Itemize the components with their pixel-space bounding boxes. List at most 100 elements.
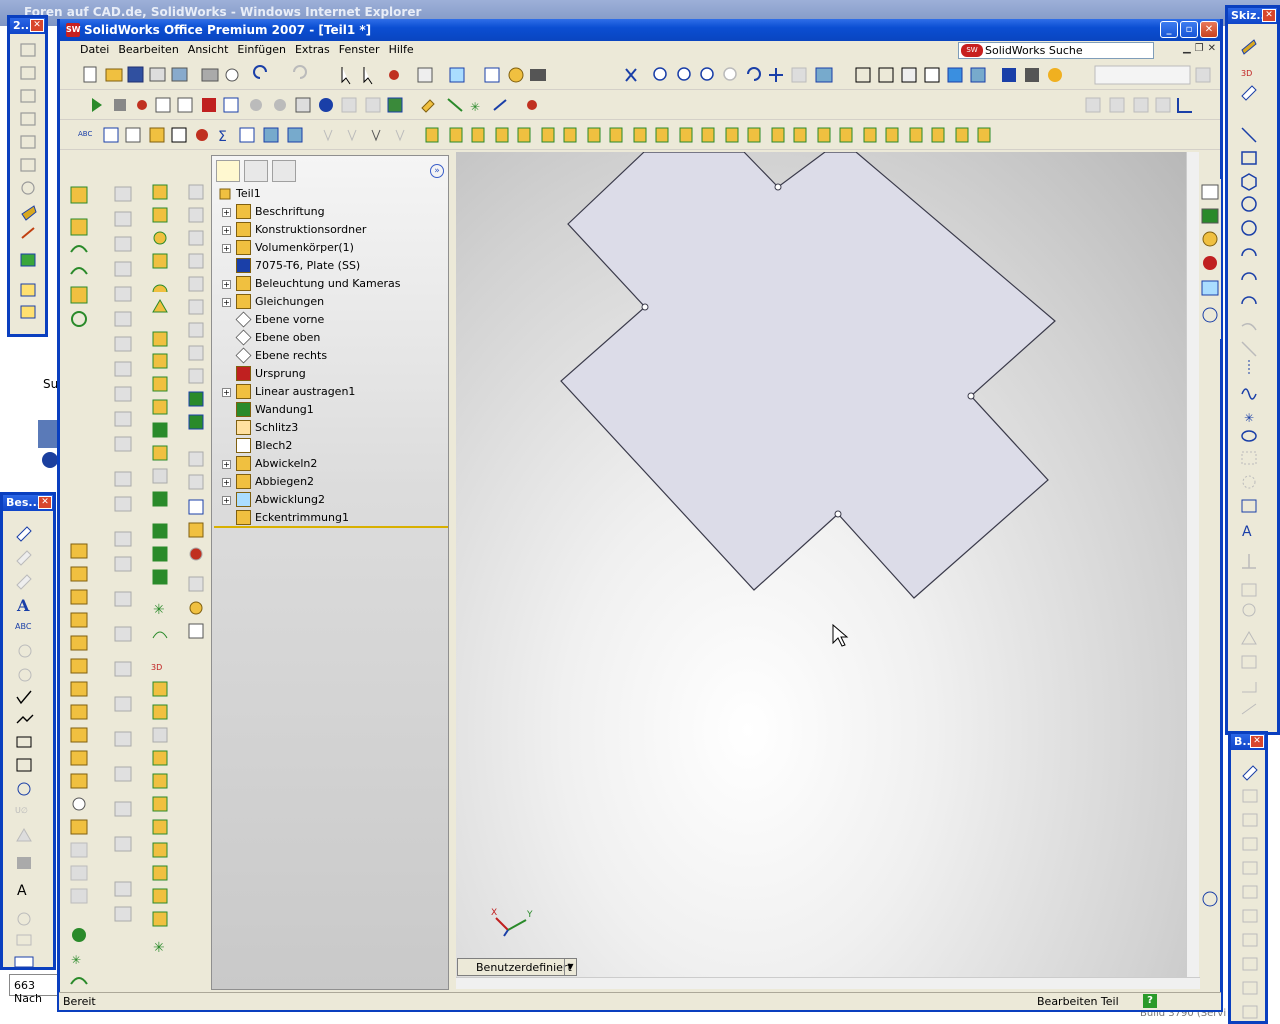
- palette-b[interactable]: B... ✕: [1228, 731, 1268, 1024]
- sw-titlebar[interactable]: SW SolidWorks Office Premium 2007 - [Tei…: [60, 19, 1220, 41]
- expand-plus-icon[interactable]: +: [222, 460, 231, 469]
- palette-b-icons[interactable]: [1231, 750, 1265, 1020]
- tree-item[interactable]: Schlitz3: [212, 419, 448, 437]
- expand-plus-icon[interactable]: +: [222, 244, 231, 253]
- tree-item[interactable]: 7075-T6, Plate (SS): [212, 257, 448, 275]
- palette-b-title[interactable]: B... ✕: [1231, 734, 1265, 750]
- tree-item[interactable]: + Gleichungen: [212, 293, 448, 311]
- point-tool-icon: ✳: [470, 100, 480, 114]
- tree-item[interactable]: Ebene rechts: [212, 347, 448, 365]
- menu-view[interactable]: Ansicht: [184, 41, 234, 60]
- chevron-down-icon[interactable]: ▼: [564, 959, 576, 975]
- rollback-bar[interactable]: [214, 526, 448, 528]
- tree-item[interactable]: Ursprung: [212, 365, 448, 383]
- tree-item[interactable]: + Abbiegen2: [212, 473, 448, 491]
- menu-help[interactable]: Hilfe: [385, 41, 419, 60]
- tree-item[interactable]: + Abwicklung2: [212, 491, 448, 509]
- collapse-icon: [1202, 307, 1218, 323]
- shadows-icon: [970, 67, 986, 83]
- tree-item[interactable]: + Konstruktionsordner: [212, 221, 448, 239]
- hidden-lines-removed-icon: [901, 67, 917, 83]
- tab-featuremanager[interactable]: [216, 160, 240, 182]
- palette-2[interactable]: 2... ✕: [7, 15, 48, 337]
- minimize-button[interactable]: _: [1160, 21, 1178, 38]
- solidworks-window[interactable]: SW SolidWorks Office Premium 2007 - [Tei…: [57, 19, 1223, 1012]
- menu-tools[interactable]: Extras: [291, 41, 335, 60]
- feature-icon: [152, 468, 168, 484]
- spring-icon: [71, 311, 87, 327]
- fold-icon: [70, 750, 88, 766]
- tree-item[interactable]: Blech2: [212, 437, 448, 455]
- graphics-area[interactable]: X Y: [456, 152, 1186, 978]
- tree-item[interactable]: Ebene vorne: [212, 311, 448, 329]
- doc-minimize-icon[interactable]: ▁: [1183, 43, 1191, 54]
- help-status-icon[interactable]: ?: [1143, 994, 1157, 1008]
- surface-icon: [21, 181, 35, 195]
- expand-plus-icon[interactable]: +: [222, 226, 231, 235]
- feature-icon: [153, 231, 167, 245]
- expand-plus-icon[interactable]: +: [222, 496, 231, 505]
- tree-item[interactable]: + Abwickeln2: [212, 455, 448, 473]
- expand-plus-icon[interactable]: +: [222, 388, 231, 397]
- tree-item[interactable]: + Linear austragen1: [212, 383, 448, 401]
- expand-plus-icon[interactable]: +: [222, 478, 231, 487]
- expand-plus-icon[interactable]: +: [222, 298, 231, 307]
- tree-item[interactable]: + Beschriftung: [212, 203, 448, 221]
- palette-sketch-title[interactable]: Skiz... ✕: [1228, 8, 1277, 24]
- expand-panel-icon[interactable]: »: [430, 164, 444, 178]
- close-icon[interactable]: ✕: [1262, 9, 1276, 22]
- solid-bodies-icon: [236, 240, 251, 255]
- tree-root[interactable]: Teil1: [212, 185, 448, 203]
- solidworks-search-box[interactable]: SW SolidWorks Suche: [958, 42, 1154, 59]
- featuremanager-panel[interactable]: » Teil1 + Beschriftung + Konstruktionsordne…: [211, 155, 449, 990]
- filter-feature-icon: [955, 127, 969, 143]
- menu-window[interactable]: Fenster: [335, 41, 385, 60]
- task-pane-icons[interactable]: [1199, 179, 1221, 929]
- palette-2-icons[interactable]: [10, 34, 45, 334]
- filter-feature-icon: [541, 127, 555, 143]
- tree-item[interactable]: Wandung1: [212, 401, 448, 419]
- doc-restore-icon[interactable]: ❐: [1195, 43, 1204, 54]
- palette-bes[interactable]: Bes... ✕ A ABC U∅ A: [0, 492, 56, 970]
- sketch-toolbar-icons[interactable]: 3D ✳ A: [1228, 24, 1277, 735]
- close-button[interactable]: ✕: [1200, 21, 1218, 38]
- smart-dimension-icon: [16, 526, 32, 542]
- palette-bes-title[interactable]: Bes... ✕: [3, 495, 53, 511]
- tree-item[interactable]: + Beleuchtung und Kameras: [212, 275, 448, 293]
- relations-toolbar-icons[interactable]: ABC Σ: [60, 120, 1220, 150]
- vertical-scrollbar[interactable]: [1186, 152, 1199, 977]
- expand-plus-icon[interactable]: +: [222, 280, 231, 289]
- toolbar-icon: [1195, 67, 1211, 83]
- maximize-button[interactable]: ▫: [1180, 21, 1198, 38]
- close-icon[interactable]: ✕: [30, 19, 44, 32]
- sheet-metal-icon: [70, 543, 88, 559]
- surface-icon: [114, 556, 132, 572]
- view-orientation-select[interactable]: Benutzerdefiniert ▼: [457, 958, 577, 976]
- close-icon[interactable]: ✕: [1250, 735, 1264, 748]
- section-view-icon: [1002, 68, 1016, 82]
- horizontal-scrollbar[interactable]: [456, 977, 1200, 989]
- coordinate-triad: X Y: [491, 908, 533, 937]
- tree-item[interactable]: Ebene oben: [212, 329, 448, 347]
- menu-file[interactable]: Datei: [66, 41, 114, 60]
- doc-close-icon[interactable]: ✕: [1208, 43, 1216, 54]
- ie-page-block: [38, 420, 58, 448]
- tree-item[interactable]: Eckentrimmung1: [212, 509, 448, 527]
- palette-sketch[interactable]: Skiz... ✕ 3D ✳ A: [1225, 5, 1280, 735]
- tab-configurationmanager[interactable]: [272, 160, 296, 182]
- standard-views-icon: [815, 67, 833, 83]
- tree-item[interactable]: + Volumenkörper(1): [212, 239, 448, 257]
- palette-2-title[interactable]: 2... ✕: [10, 18, 45, 34]
- tab-propertymanager[interactable]: [244, 160, 268, 182]
- annotation-toolbar-icons[interactable]: A ABC U∅ A: [3, 511, 53, 969]
- standard-toolbar-icons[interactable]: [60, 60, 1220, 90]
- menu-insert[interactable]: Einfügen: [233, 41, 291, 60]
- feature-toolbar-icons[interactable]: ✳ ✳ 3D ✳: [65, 152, 205, 992]
- feature-icon: [152, 491, 168, 507]
- close-icon[interactable]: ✕: [38, 496, 52, 509]
- expand-plus-icon[interactable]: +: [222, 208, 231, 217]
- toolbar-icon: [365, 97, 381, 113]
- menu-edit[interactable]: Bearbeiten: [114, 41, 183, 60]
- macro-toolbar-icons[interactable]: ✳: [60, 90, 1220, 120]
- part-view[interactable]: X Y: [456, 152, 1186, 978]
